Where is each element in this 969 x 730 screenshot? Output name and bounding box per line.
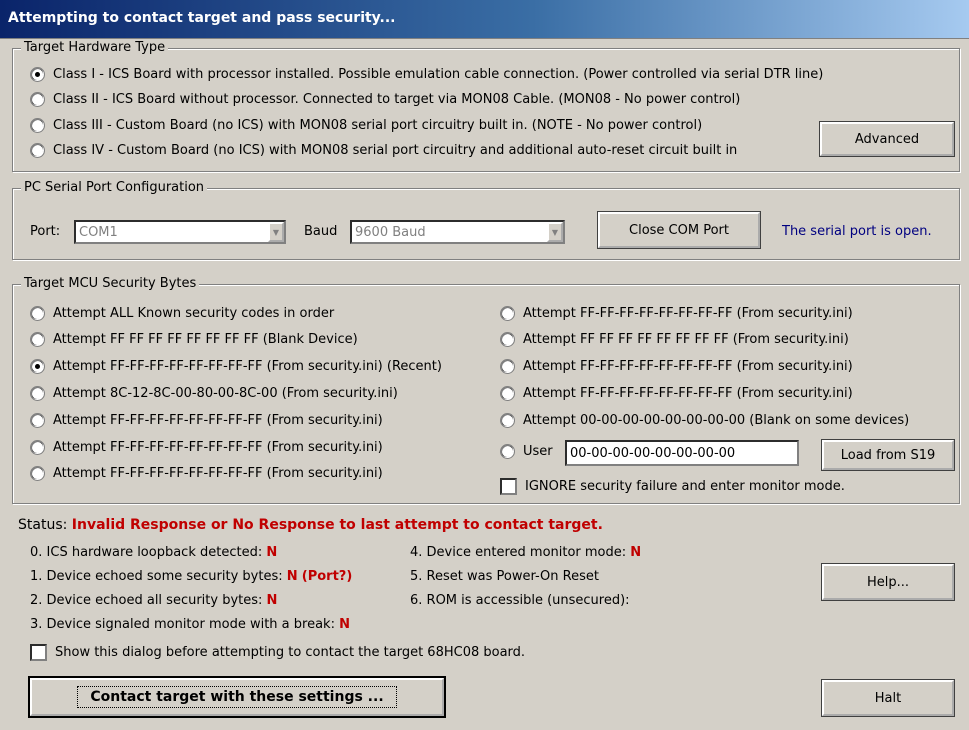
radio-security-right-0[interactable] <box>500 306 515 321</box>
radio-class-4[interactable] <box>30 143 45 158</box>
radio-security-left-0[interactable] <box>30 306 45 321</box>
serial-port-legend: PC Serial Port Configuration <box>21 180 208 195</box>
hardware-class-4[interactable]: Class IV - Custom Board (no ICS) with MO… <box>30 143 737 158</box>
status-message: Invalid Response or No Response to last … <box>71 517 603 533</box>
radio-class-3[interactable] <box>30 118 45 133</box>
radio-security-left-3[interactable] <box>30 386 45 401</box>
baud-label: Baud <box>304 224 338 239</box>
radio-security-left-4[interactable] <box>30 413 45 428</box>
status-line: Status: Invalid Response or No Response … <box>18 517 603 533</box>
security-right-0[interactable]: Attempt FF-FF-FF-FF-FF-FF-FF-FF (From se… <box>500 306 853 321</box>
status-item-2: 2. Device echoed all security bytes: N <box>30 593 278 608</box>
baud-select[interactable]: 9600 Baud ▼ <box>350 220 565 244</box>
security-left-5[interactable]: Attempt FF-FF-FF-FF-FF-FF-FF-FF (From se… <box>30 440 383 455</box>
security-user-option[interactable]: User <box>500 444 553 459</box>
title-bar: Attempting to contact target and pass se… <box>0 0 969 39</box>
radio-class-1[interactable] <box>30 67 45 82</box>
status-item-5: 5. Reset was Power-On Reset <box>410 569 599 584</box>
hardware-class-3[interactable]: Class III - Custom Board (no ICS) with M… <box>30 118 702 133</box>
status-item-3: 3. Device signaled monitor mode with a b… <box>30 617 350 632</box>
radio-security-right-1[interactable] <box>500 332 515 347</box>
load-from-s19-button[interactable]: Load from S19 <box>821 439 955 471</box>
hardware-class-1[interactable]: Class I - ICS Board with processor insta… <box>30 67 823 82</box>
status-item-6: 6. ROM is accessible (unsecured): <box>410 593 630 608</box>
security-left-0[interactable]: Attempt ALL Known security codes in orde… <box>30 306 334 321</box>
status-item-0: 0. ICS hardware loopback detected: N <box>30 545 278 560</box>
security-bytes-legend: Target MCU Security Bytes <box>21 276 200 291</box>
show-dialog-checkbox[interactable] <box>30 644 47 661</box>
ignore-security-checkbox[interactable] <box>500 478 517 495</box>
security-left-2[interactable]: Attempt FF-FF-FF-FF-FF-FF-FF-FF (From se… <box>30 359 442 374</box>
halt-button[interactable]: Halt <box>821 679 955 717</box>
help-button[interactable]: Help... <box>821 563 955 601</box>
security-right-3[interactable]: Attempt FF-FF-FF-FF-FF-FF-FF-FF (From se… <box>500 386 853 401</box>
radio-class-2[interactable] <box>30 92 45 107</box>
status-prefix: Status: <box>18 517 68 533</box>
chevron-down-icon[interactable]: ▼ <box>547 222 563 242</box>
security-left-6[interactable]: Attempt FF-FF-FF-FF-FF-FF-FF-FF (From se… <box>30 466 383 481</box>
radio-security-user[interactable] <box>500 444 515 459</box>
port-label: Port: <box>30 224 61 239</box>
security-right-2[interactable]: Attempt FF-FF-FF-FF-FF-FF-FF-FF (From se… <box>500 359 853 374</box>
radio-security-left-2[interactable] <box>30 359 45 374</box>
chevron-down-icon[interactable]: ▼ <box>268 222 284 242</box>
security-left-4[interactable]: Attempt FF-FF-FF-FF-FF-FF-FF-FF (From se… <box>30 413 383 428</box>
radio-security-right-4[interactable] <box>500 413 515 428</box>
security-left-3[interactable]: Attempt 8C-12-8C-00-80-00-8C-00 (From se… <box>30 386 398 401</box>
window-title: Attempting to contact target and pass se… <box>8 10 396 26</box>
hardware-class-2[interactable]: Class II - ICS Board without processor. … <box>30 92 740 107</box>
radio-security-left-5[interactable] <box>30 440 45 455</box>
show-dialog-checkbox-row[interactable]: Show this dialog before attempting to co… <box>30 644 525 661</box>
radio-security-right-3[interactable] <box>500 386 515 401</box>
status-item-4: 4. Device entered monitor mode: N <box>410 545 642 560</box>
security-left-1[interactable]: Attempt FF FF FF FF FF FF FF FF (Blank D… <box>30 332 358 347</box>
port-select[interactable]: COM1 ▼ <box>74 220 286 244</box>
close-com-port-button[interactable]: Close COM Port <box>597 211 761 249</box>
security-right-1[interactable]: Attempt FF FF FF FF FF FF FF FF (From se… <box>500 332 849 347</box>
radio-security-right-2[interactable] <box>500 359 515 374</box>
ignore-security-checkbox-row[interactable]: IGNORE security failure and enter monito… <box>500 478 845 495</box>
advanced-button[interactable]: Advanced <box>819 121 955 157</box>
radio-security-left-6[interactable] <box>30 466 45 481</box>
user-security-input[interactable]: 00-00-00-00-00-00-00-00 <box>565 440 799 466</box>
hardware-type-legend: Target Hardware Type <box>21 40 169 55</box>
serial-status-text: The serial port is open. <box>782 224 932 239</box>
radio-security-left-1[interactable] <box>30 332 45 347</box>
security-right-4[interactable]: Attempt 00-00-00-00-00-00-00-00 (Blank o… <box>500 413 909 428</box>
contact-target-button[interactable]: Contact target with these settings ... <box>28 676 446 718</box>
status-item-1: 1. Device echoed some security bytes: N … <box>30 569 353 584</box>
